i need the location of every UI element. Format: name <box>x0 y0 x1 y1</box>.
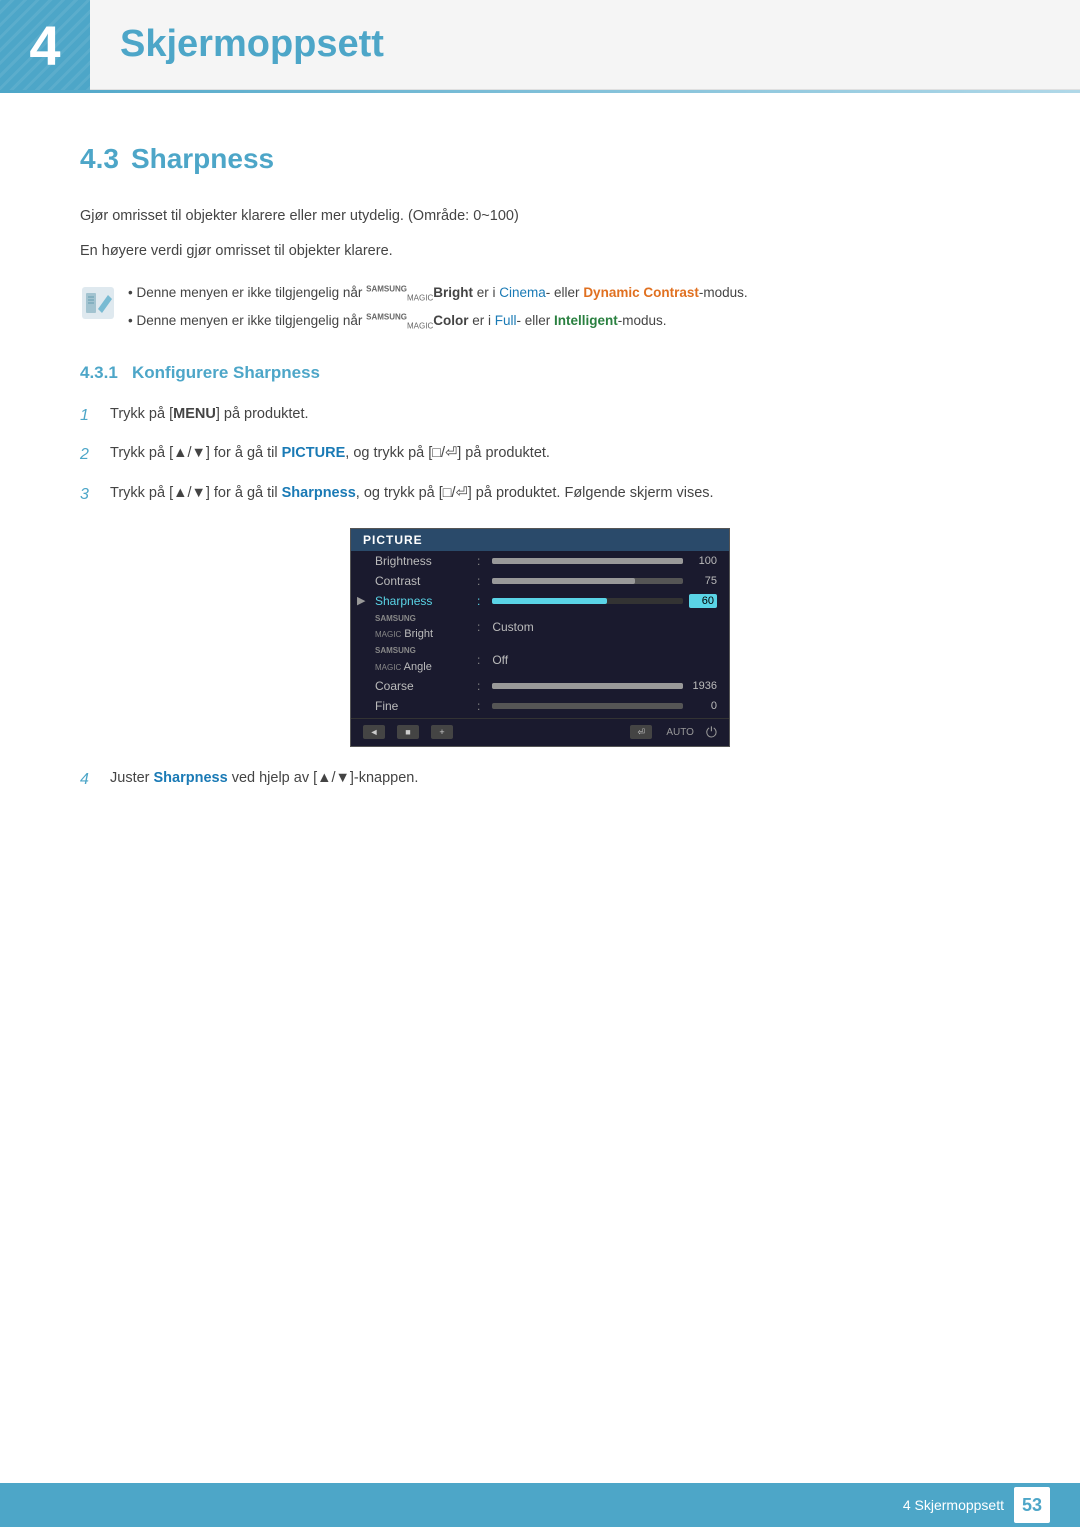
bottom-power-icon: ⏻ <box>706 724 717 741</box>
menu-label-magic-angle: SAMSUNG MAGIC Angle <box>375 646 465 673</box>
menu-row-contrast: Contrast : 75 <box>351 571 729 591</box>
step-2-number: 2 <box>80 442 100 468</box>
bottom-icon-minus: ■ <box>397 725 419 739</box>
note-lines: Denne menyen er ikke tilgjengelig når SA… <box>128 283 748 332</box>
bottom-icon-enter: ⏎ <box>630 725 652 739</box>
menu-label-contrast: Contrast <box>375 574 465 588</box>
chapter-title: Skjermoppsett <box>90 0 384 89</box>
step-1: 1 Trykk på [MENU] på produktet. <box>80 403 1000 429</box>
step-4-number: 4 <box>80 767 100 793</box>
subsection-number: 4.3.1 <box>80 363 118 382</box>
note-line-2: Denne menyen er ikke tilgjengelig når SA… <box>128 311 748 333</box>
section-title: Sharpness <box>131 143 274 175</box>
menu-row-magic-angle: SAMSUNG MAGIC Angle : Off <box>351 643 729 676</box>
menu-label-magic-bright: SAMSUNG MAGIC Bright <box>375 614 465 641</box>
menu-label-coarse: Coarse <box>375 679 465 693</box>
menu-row-coarse: Coarse : 1936 <box>351 676 729 696</box>
section-number: 4.3 <box>80 143 119 175</box>
picture-menu-header: PICTURE <box>351 529 729 551</box>
menu-label-fine: Fine <box>375 699 465 713</box>
main-content: 4.3 Sharpness Gjør omrisset til objekter… <box>0 93 1080 872</box>
note-box: Denne menyen er ikke tilgjengelig når SA… <box>80 283 1000 332</box>
footer-label: 4 Skjermoppsett <box>903 1497 1004 1513</box>
page-header: 4 Skjermoppsett <box>0 0 1080 90</box>
step-2-text: Trykk på [▲/▼] for å gå til PICTURE, og … <box>110 442 550 465</box>
menu-bottom-bar: ◄ ■ + ⏎ AUTO ⏻ <box>351 718 729 746</box>
menu-row-fine: Fine : 0 <box>351 696 729 716</box>
step-4: 4 Juster Sharpness ved hjelp av [▲/▼]-kn… <box>80 767 1000 793</box>
menu-row-magic-bright: SAMSUNG MAGIC Bright : Custom <box>351 611 729 644</box>
step-2: 2 Trykk på [▲/▼] for å gå til PICTURE, o… <box>80 442 1000 468</box>
note-icon <box>80 285 116 321</box>
footer-page-number: 53 <box>1014 1487 1050 1523</box>
chapter-number: 4 <box>29 13 60 78</box>
menu-row-brightness: Brightness : 100 <box>351 551 729 571</box>
menu-label-brightness: Brightness <box>375 554 465 568</box>
menu-cursor-icon: ▶ <box>357 594 365 607</box>
chapter-number-box: 4 <box>0 0 90 90</box>
steps-list: 1 Trykk på [MENU] på produktet. 2 Trykk … <box>80 403 1000 508</box>
subsection-heading: 4.3.1 Konfigurere Sharpness <box>80 363 1000 383</box>
bottom-auto-label: AUTO <box>666 727 694 738</box>
step-1-text: Trykk på [MENU] på produktet. <box>110 403 309 426</box>
step-1-number: 1 <box>80 403 100 429</box>
step-3-text: Trykk på [▲/▼] for å gå til Sharpness, o… <box>110 482 714 505</box>
picture-menu-screenshot: PICTURE Brightness : 100 Contrast : 75 <box>350 528 730 747</box>
menu-row-sharpness: ▶ Sharpness : 60 <box>351 591 729 611</box>
description-2: En høyere verdi gjør omrisset til objekt… <box>80 240 1000 263</box>
step-4-text: Juster Sharpness ved hjelp av [▲/▼]-knap… <box>110 767 418 793</box>
note-line-1: Denne menyen er ikke tilgjengelig når SA… <box>128 283 748 305</box>
section-heading: 4.3 Sharpness <box>80 143 1000 175</box>
bottom-icon-back: ◄ <box>363 725 385 739</box>
subsection-title: Konfigurere Sharpness <box>132 363 320 382</box>
description-1: Gjør omrisset til objekter klarere eller… <box>80 205 1000 228</box>
menu-label-sharpness: Sharpness <box>375 594 465 608</box>
step-3: 3 Trykk på [▲/▼] for å gå til Sharpness,… <box>80 482 1000 508</box>
page-footer: 4 Skjermoppsett 53 <box>0 1483 1080 1527</box>
step-3-number: 3 <box>80 482 100 508</box>
bottom-icon-plus: + <box>431 725 453 739</box>
